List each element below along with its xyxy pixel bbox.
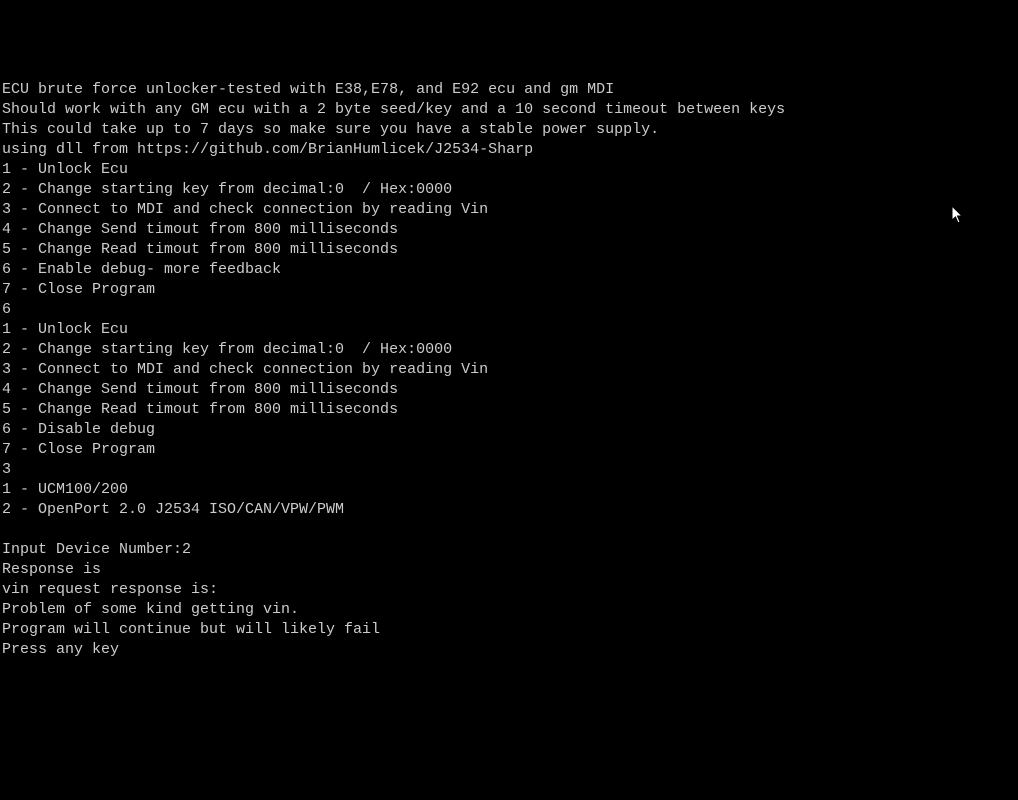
terminal-line: 1 - Unlock Ecu xyxy=(2,321,128,338)
terminal-line: ECU brute force unlocker-tested with E38… xyxy=(2,81,614,98)
terminal-line: 5 - Change Read timout from 800 millisec… xyxy=(2,241,398,258)
terminal-line: 3 xyxy=(2,461,11,478)
terminal-line: 2 - Change starting key from decimal:0 /… xyxy=(2,181,452,198)
terminal-line: 1 - Unlock Ecu xyxy=(2,161,128,178)
terminal-line: 6 xyxy=(2,301,11,318)
terminal-line: 5 - Change Read timout from 800 millisec… xyxy=(2,401,398,418)
terminal-line: Problem of some kind getting vin. xyxy=(2,601,299,618)
terminal-line: 2 - OpenPort 2.0 J2534 ISO/CAN/VPW/PWM xyxy=(2,501,344,518)
terminal-line: Press any key xyxy=(2,641,119,658)
terminal-line: 6 - Enable debug- more feedback xyxy=(2,261,281,278)
terminal-line: 3 - Connect to MDI and check connection … xyxy=(2,201,488,218)
terminal-line: 4 - Change Send timout from 800 millisec… xyxy=(2,381,398,398)
terminal-line: Program will continue but will likely fa… xyxy=(2,621,380,638)
terminal-line: 2 - Change starting key from decimal:0 /… xyxy=(2,341,452,358)
terminal-line: 6 - Disable debug xyxy=(2,421,155,438)
terminal-line: 7 - Close Program xyxy=(2,441,155,458)
terminal-line: 1 - UCM100/200 xyxy=(2,481,128,498)
terminal-line: 7 - Close Program xyxy=(2,281,155,298)
terminal-line: 4 - Change Send timout from 800 millisec… xyxy=(2,221,398,238)
terminal-line: Should work with any GM ecu with a 2 byt… xyxy=(2,101,785,118)
terminal-line: vin request response is: xyxy=(2,581,218,598)
terminal-line: This could take up to 7 days so make sur… xyxy=(2,121,659,138)
terminal-output[interactable]: ECU brute force unlocker-tested with E38… xyxy=(0,80,1018,660)
terminal-line: Input Device Number:2 xyxy=(2,541,191,558)
terminal-line: using dll from https://github.com/BrianH… xyxy=(2,141,533,158)
terminal-line: Response is xyxy=(2,561,101,578)
terminal-line: 3 - Connect to MDI and check connection … xyxy=(2,361,488,378)
